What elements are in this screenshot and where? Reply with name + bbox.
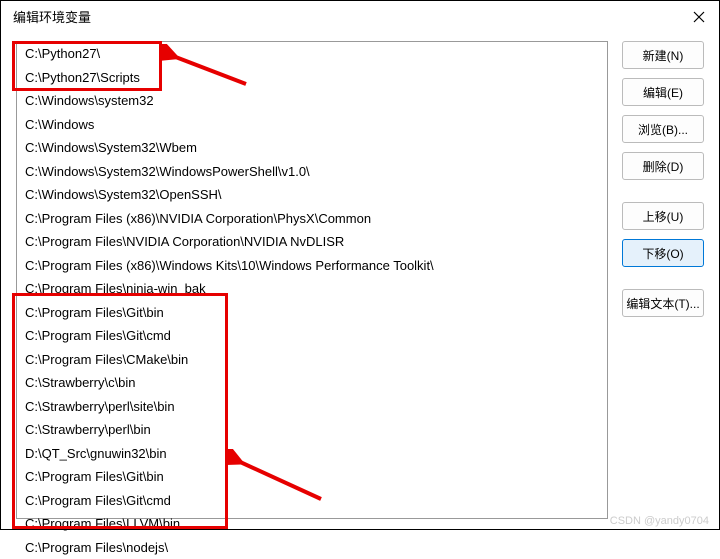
path-list-item[interactable]: C:\Program Files\ninja-win_bak	[17, 277, 607, 301]
path-list-item[interactable]: C:\Program Files\Git\bin	[17, 301, 607, 325]
path-list-item[interactable]: C:\Program Files\Git\cmd	[17, 324, 607, 348]
path-list-item[interactable]: C:\Strawberry\perl\site\bin	[17, 395, 607, 419]
close-button[interactable]	[691, 9, 707, 25]
path-list-item[interactable]: C:\Program Files\LLVM\bin	[17, 512, 607, 536]
delete-button[interactable]: 删除(D)	[622, 152, 704, 180]
edit-button[interactable]: 编辑(E)	[622, 78, 704, 106]
path-list-item[interactable]: C:\Python27\Scripts	[17, 66, 607, 90]
path-list-item[interactable]: C:\Windows\System32\OpenSSH\	[17, 183, 607, 207]
dialog-content: C:\Python27\C:\Python27\ScriptsC:\Window…	[16, 41, 704, 519]
browse-button[interactable]: 浏览(B)...	[622, 115, 704, 143]
path-list-item[interactable]: C:\Program Files\NVIDIA Corporation\NVID…	[17, 230, 607, 254]
path-list-item[interactable]: C:\Windows	[17, 113, 607, 137]
path-list-item[interactable]: C:\Program Files\nodejs\	[17, 536, 607, 559]
path-list-item[interactable]: C:\Program Files (x86)\Windows Kits\10\W…	[17, 254, 607, 278]
window-title: 编辑环境变量	[13, 7, 91, 26]
move-down-button[interactable]: 下移(O)	[622, 239, 704, 267]
new-button[interactable]: 新建(N)	[622, 41, 704, 69]
path-list-item[interactable]: C:\Python27\	[17, 42, 607, 66]
path-listbox[interactable]: C:\Python27\C:\Python27\ScriptsC:\Window…	[16, 41, 608, 519]
path-list-item[interactable]: C:\Strawberry\c\bin	[17, 371, 607, 395]
path-list-item[interactable]: C:\Program Files\Git\cmd	[17, 489, 607, 513]
path-list-item[interactable]: C:\Windows\System32\WindowsPowerShell\v1…	[17, 160, 607, 184]
path-list-item[interactable]: C:\Program Files\CMake\bin	[17, 348, 607, 372]
path-list-item[interactable]: C:\Windows\System32\Wbem	[17, 136, 607, 160]
button-column: 新建(N) 编辑(E) 浏览(B)... 删除(D) 上移(U) 下移(O) 编…	[622, 41, 704, 317]
path-list-item[interactable]: C:\Program Files\Git\bin	[17, 465, 607, 489]
path-list-item[interactable]: D:\QT_Src\gnuwin32\bin	[17, 442, 607, 466]
titlebar: 编辑环境变量	[1, 1, 719, 32]
path-list-item[interactable]: C:\Strawberry\perl\bin	[17, 418, 607, 442]
edit-text-button[interactable]: 编辑文本(T)...	[622, 289, 704, 317]
close-icon	[693, 11, 705, 23]
path-list-item[interactable]: C:\Windows\system32	[17, 89, 607, 113]
watermark: CSDN @yandy0704	[610, 515, 709, 527]
move-up-button[interactable]: 上移(U)	[622, 202, 704, 230]
path-list-item[interactable]: C:\Program Files (x86)\NVIDIA Corporatio…	[17, 207, 607, 231]
